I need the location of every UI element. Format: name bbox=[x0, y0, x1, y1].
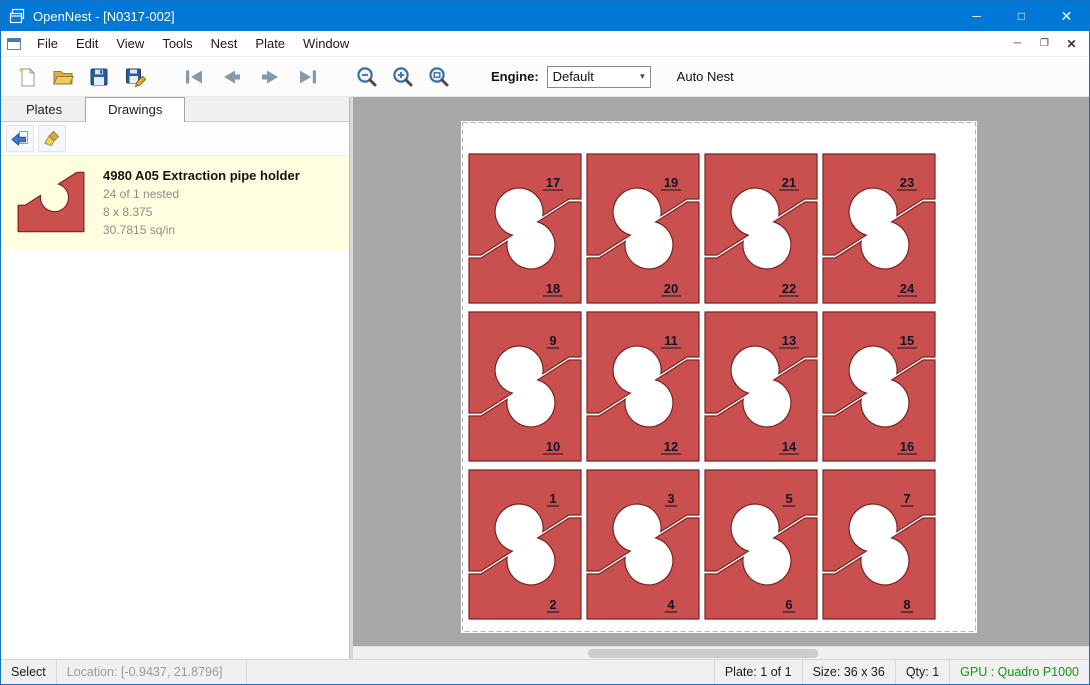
part-number: 3 bbox=[667, 491, 674, 506]
menubar: File Edit View Tools Nest Plate Window ─… bbox=[1, 31, 1089, 57]
save-edit-icon bbox=[124, 66, 146, 88]
minimize-button[interactable]: ─ bbox=[954, 1, 999, 31]
part-number: 14 bbox=[782, 439, 797, 454]
close-button[interactable]: ✕ bbox=[1044, 1, 1089, 31]
drawing-list-item[interactable]: 4980 A05 Extraction pipe holder 24 of 1 … bbox=[1, 156, 349, 250]
zoom-out-icon bbox=[355, 65, 379, 89]
menu-file[interactable]: File bbox=[28, 32, 67, 55]
tab-drawings[interactable]: Drawings bbox=[85, 97, 185, 122]
app-icon bbox=[9, 8, 25, 24]
status-size: Size: 36 x 36 bbox=[802, 660, 895, 684]
save-icon bbox=[88, 66, 110, 88]
part-number: 2 bbox=[549, 597, 556, 612]
clean-icon bbox=[42, 129, 62, 149]
next-plate-button[interactable] bbox=[251, 61, 289, 93]
part-number: 10 bbox=[546, 439, 560, 454]
part-number: 20 bbox=[664, 281, 678, 296]
app-window: OpenNest - [N0317-002] ─ □ ✕ File Edit V… bbox=[0, 0, 1090, 685]
zoom-in-icon bbox=[391, 65, 415, 89]
move-to-plates-button[interactable] bbox=[6, 125, 34, 152]
clean-button[interactable] bbox=[38, 125, 66, 152]
auto-nest-button[interactable]: Auto Nest bbox=[677, 69, 734, 84]
part-number: 24 bbox=[900, 281, 915, 296]
document-mdi-icon bbox=[6, 36, 22, 52]
left-panel: Plates Drawings bbox=[1, 97, 350, 659]
first-plate-button[interactable] bbox=[175, 61, 213, 93]
horizontal-scrollbar[interactable] bbox=[353, 646, 1089, 659]
part-number: 1 bbox=[549, 491, 556, 506]
menu-edit[interactable]: Edit bbox=[67, 32, 107, 55]
status-mode: Select bbox=[1, 660, 57, 684]
maximize-button[interactable]: □ bbox=[999, 1, 1044, 31]
part-number: 12 bbox=[664, 439, 678, 454]
menu-view[interactable]: View bbox=[107, 32, 153, 55]
engine-label: Engine: bbox=[491, 69, 539, 84]
nav-last-icon bbox=[296, 66, 320, 88]
nav-first-icon bbox=[182, 66, 206, 88]
mdi-close-button[interactable]: ✕ bbox=[1058, 33, 1085, 55]
last-plate-button[interactable] bbox=[289, 61, 327, 93]
part-number: 13 bbox=[782, 333, 796, 348]
status-plate: Plate: 1 of 1 bbox=[714, 660, 802, 684]
part-number: 22 bbox=[782, 281, 796, 296]
part-thumbnail bbox=[15, 170, 87, 234]
statusbar: Select Location: [-0.9437, 21.8796] Plat… bbox=[1, 659, 1089, 684]
open-icon bbox=[52, 66, 74, 88]
open-button[interactable] bbox=[45, 61, 81, 93]
part-number: 19 bbox=[664, 175, 678, 190]
part-number: 18 bbox=[546, 281, 560, 296]
part-number: 6 bbox=[785, 597, 792, 612]
menu-tools[interactable]: Tools bbox=[153, 32, 201, 55]
zoom-in-button[interactable] bbox=[385, 61, 421, 93]
part-number: 21 bbox=[782, 175, 796, 190]
mdi-restore-button[interactable]: ❐ bbox=[1031, 33, 1058, 55]
zoom-fit-button[interactable] bbox=[421, 61, 457, 93]
new-button[interactable] bbox=[9, 61, 45, 93]
drawing-title: 4980 A05 Extraction pipe holder bbox=[103, 168, 341, 183]
nav-next-icon bbox=[258, 66, 282, 88]
drawing-area: 30.7815 sq/in bbox=[103, 223, 341, 237]
zoom-fit-icon bbox=[427, 65, 451, 89]
part-number: 9 bbox=[549, 333, 556, 348]
save-edit-button[interactable] bbox=[117, 61, 153, 93]
status-gpu: GPU : Quadro P1000 bbox=[949, 660, 1089, 684]
tab-plates[interactable]: Plates bbox=[3, 97, 85, 121]
titlebar: OpenNest - [N0317-002] ─ □ ✕ bbox=[1, 1, 1089, 31]
panel-tabstrip: Plates Drawings bbox=[1, 97, 349, 122]
main-toolbar: Engine: Default ▾ Auto Nest bbox=[1, 57, 1089, 97]
menu-plate[interactable]: Plate bbox=[246, 32, 294, 55]
menu-nest[interactable]: Nest bbox=[202, 32, 247, 55]
part-number: 7 bbox=[903, 491, 910, 506]
status-location: Location: [-0.9437, 21.8796] bbox=[57, 660, 247, 684]
window-title: OpenNest - [N0317-002] bbox=[33, 9, 954, 24]
save-button[interactable] bbox=[81, 61, 117, 93]
part-number: 17 bbox=[546, 175, 560, 190]
part-number: 8 bbox=[903, 597, 910, 612]
engine-select[interactable]: Default ▾ bbox=[547, 66, 651, 88]
part-number: 5 bbox=[785, 491, 792, 506]
engine-value: Default bbox=[553, 69, 640, 84]
scrollbar-thumb[interactable] bbox=[588, 649, 818, 658]
part-number: 23 bbox=[900, 175, 914, 190]
part-number: 16 bbox=[900, 439, 914, 454]
drawing-dimensions: 8 x 8.375 bbox=[103, 205, 341, 219]
zoom-out-button[interactable] bbox=[349, 61, 385, 93]
part-number: 11 bbox=[664, 333, 678, 348]
plate: 171819202122232491011121314151612345678 bbox=[461, 121, 977, 633]
previous-plate-button[interactable] bbox=[213, 61, 251, 93]
nav-prev-icon bbox=[220, 66, 244, 88]
chevron-down-icon: ▾ bbox=[640, 71, 645, 82]
nest-canvas[interactable]: 171819202122232491011121314151612345678 bbox=[353, 97, 1089, 659]
status-spacer bbox=[247, 660, 714, 684]
move-to-plates-icon bbox=[10, 129, 30, 149]
part-number: 4 bbox=[667, 597, 675, 612]
new-document-icon bbox=[16, 66, 38, 88]
menu-window[interactable]: Window bbox=[294, 32, 358, 55]
panel-toolbar bbox=[1, 122, 349, 156]
mdi-minimize-button[interactable]: ─ bbox=[1004, 33, 1031, 55]
status-qty: Qty: 1 bbox=[895, 660, 949, 684]
drawing-nested-count: 24 of 1 nested bbox=[103, 187, 341, 201]
part-number: 15 bbox=[900, 333, 914, 348]
